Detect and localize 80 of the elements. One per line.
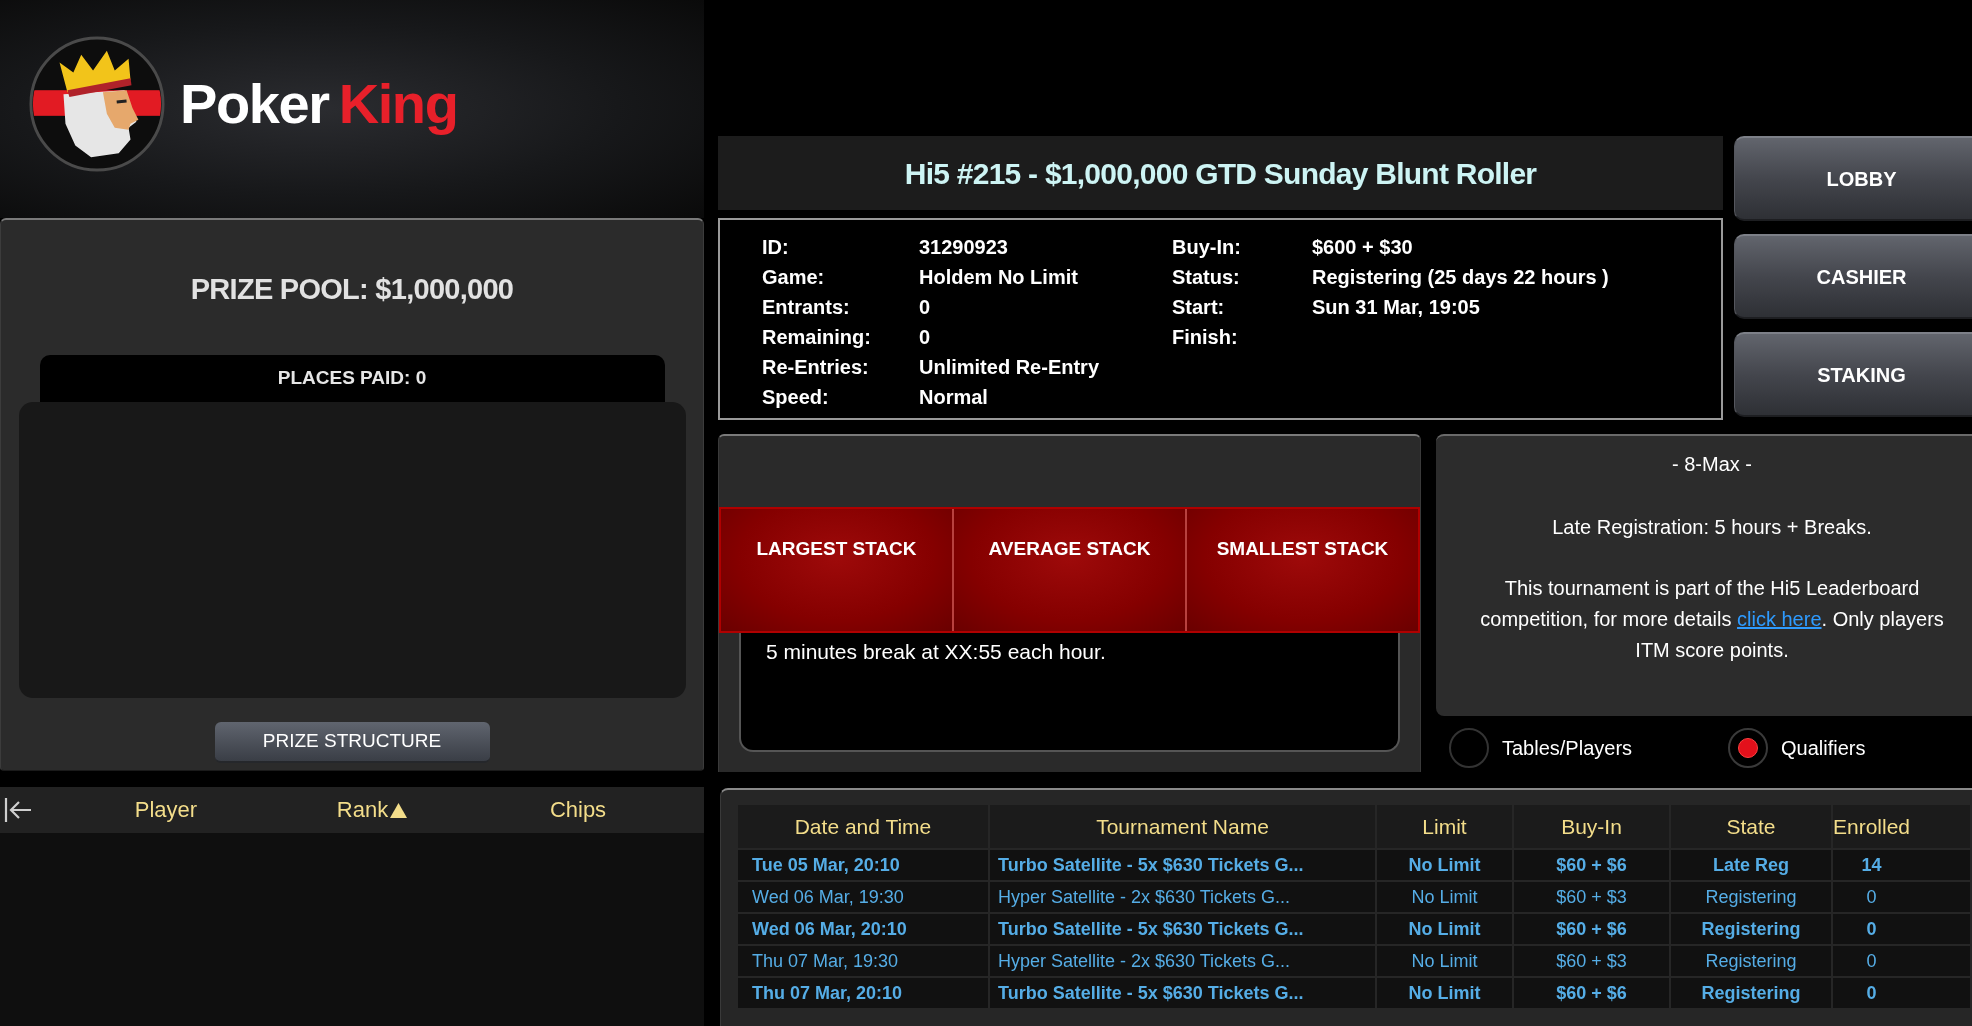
places-paid-header: PLACES PAID: 0 <box>39 355 665 402</box>
table-cell[interactable]: $60 + $3 <box>1514 882 1669 912</box>
detail-label: Buy-In: <box>1172 235 1242 260</box>
table-cell[interactable]: Wed 06 Mar, 20:10 <box>738 914 988 944</box>
radio-button[interactable] <box>1728 728 1768 768</box>
detail-value: $600 + $30 <box>1312 235 1414 260</box>
column-header[interactable]: Tournament Name <box>990 805 1375 848</box>
detail-value: Sun 31 Mar, 19:05 <box>1312 295 1481 320</box>
radio-button[interactable] <box>1449 728 1489 768</box>
logo-text: Poker <box>180 76 329 132</box>
column-header[interactable]: Rank <box>336 799 389 821</box>
prize-pool-title: PRIZE POOL: $1,000,000 <box>190 272 514 307</box>
table-cell[interactable]: $60 + $3 <box>1514 946 1669 976</box>
detail-label: Re-Entries: <box>762 355 870 380</box>
detail-label: ID: <box>762 235 790 260</box>
stack-column-header: LARGEST STACK <box>721 509 952 631</box>
table-cell[interactable]: No Limit <box>1377 978 1512 1008</box>
table-cell[interactable]: Registering <box>1671 914 1831 944</box>
table-cell[interactable]: 0 <box>1833 882 1971 912</box>
table-cell[interactable]: Thu 07 Mar, 20:10 <box>738 978 988 1008</box>
table-cell[interactable]: Registering <box>1671 978 1831 1008</box>
table-cell[interactable]: $60 + $6 <box>1514 914 1669 944</box>
break-note: 5 minutes break at XX:55 each hour. <box>766 640 1106 663</box>
table-cell[interactable]: Hyper Satellite - 2x $630 Tickets G... <box>990 946 1375 976</box>
prize-structure-button[interactable]: PRIZE STRUCTURE <box>214 722 490 763</box>
stack-column-header: SMALLEST STACK <box>1185 509 1418 631</box>
table-cell[interactable]: 0 <box>1833 914 1971 944</box>
nav-button[interactable]: STAKING <box>1734 332 1972 417</box>
detail-label: Entrants: <box>762 295 851 320</box>
detail-label: Start: <box>1172 295 1226 320</box>
detail-value: Registering (25 days 22 hours ) <box>1312 265 1610 290</box>
nav-button[interactable]: LOBBY <box>1734 136 1972 221</box>
column-header[interactable]: Date and Time <box>738 805 988 848</box>
tournament-title: Hi5 #215 - $1,000,000 GTD Sunday Blunt Roller <box>904 155 1537 192</box>
column-header[interactable]: Limit <box>1377 805 1512 848</box>
table-cell[interactable]: 0 <box>1833 978 1971 1008</box>
radio-label[interactable]: Qualifiers <box>1781 733 1866 763</box>
detail-value: 31290923 <box>919 235 1009 260</box>
detail-label: Finish: <box>1172 325 1239 350</box>
table-cell[interactable]: Turbo Satellite - 5x $630 Tickets G... <box>990 914 1375 944</box>
table-cell[interactable]: Thu 07 Mar, 19:30 <box>738 946 988 976</box>
column-header[interactable]: Enrolled <box>1833 805 1971 848</box>
detail-value: 0 <box>919 295 932 320</box>
detail-label: Speed: <box>762 385 830 410</box>
detail-value: Unlimited Re-Entry <box>919 355 1101 380</box>
detail-label: Remaining: <box>762 325 872 350</box>
column-header[interactable]: Chips <box>549 799 607 821</box>
table-cell[interactable]: Turbo Satellite - 5x $630 Tickets G... <box>990 978 1375 1008</box>
link[interactable]: click here <box>1737 608 1822 630</box>
table-cell[interactable]: $60 + $6 <box>1514 850 1669 880</box>
detail-label: Game: <box>762 265 826 290</box>
table-cell[interactable]: Registering <box>1671 946 1831 976</box>
table-cell[interactable]: No Limit <box>1377 946 1512 976</box>
table-cell[interactable]: No Limit <box>1377 882 1512 912</box>
leaderboard-text: This tournament is part of the Hi5 Leaderboard competition, for more details click here. Only players ITM score points. <box>1479 576 1945 663</box>
table-cell[interactable]: Tue 05 Mar, 20:10 <box>738 850 988 880</box>
nav-button[interactable]: CASHIER <box>1734 234 1972 319</box>
table-cell[interactable]: Hyper Satellite - 2x $630 Tickets G... <box>990 882 1375 912</box>
table-size-text: - 8-Max - <box>1672 452 1753 477</box>
detail-label: Status: <box>1172 265 1241 290</box>
column-header[interactable]: Player <box>134 799 198 821</box>
late-registration-text: Late Registration: 5 hours + Breaks. <box>1552 515 1872 540</box>
table-cell[interactable]: Registering <box>1671 882 1831 912</box>
table-cell[interactable]: Late Reg <box>1671 850 1831 880</box>
detail-value: Holdem No Limit <box>919 265 1079 290</box>
column-header[interactable]: Buy-In <box>1514 805 1669 848</box>
detail-value: 0 <box>919 325 932 350</box>
table-cell[interactable]: 14 <box>1833 850 1971 880</box>
table-cell[interactable]: No Limit <box>1377 914 1512 944</box>
column-header[interactable]: State <box>1671 805 1831 848</box>
radio-label[interactable]: Tables/Players <box>1502 733 1633 763</box>
king-head-icon <box>28 35 166 173</box>
table-cell[interactable]: Wed 06 Mar, 19:30 <box>738 882 988 912</box>
table-cell[interactable]: Turbo Satellite - 5x $630 Tickets G... <box>990 850 1375 880</box>
table-cell[interactable]: No Limit <box>1377 850 1512 880</box>
table-cell[interactable]: 0 <box>1833 946 1971 976</box>
table-cell[interactable]: $60 + $6 <box>1514 978 1669 1008</box>
stack-column-header: AVERAGE STACK <box>952 509 1185 631</box>
collapse-left-icon[interactable] <box>4 797 32 823</box>
detail-value: Normal <box>919 385 989 410</box>
